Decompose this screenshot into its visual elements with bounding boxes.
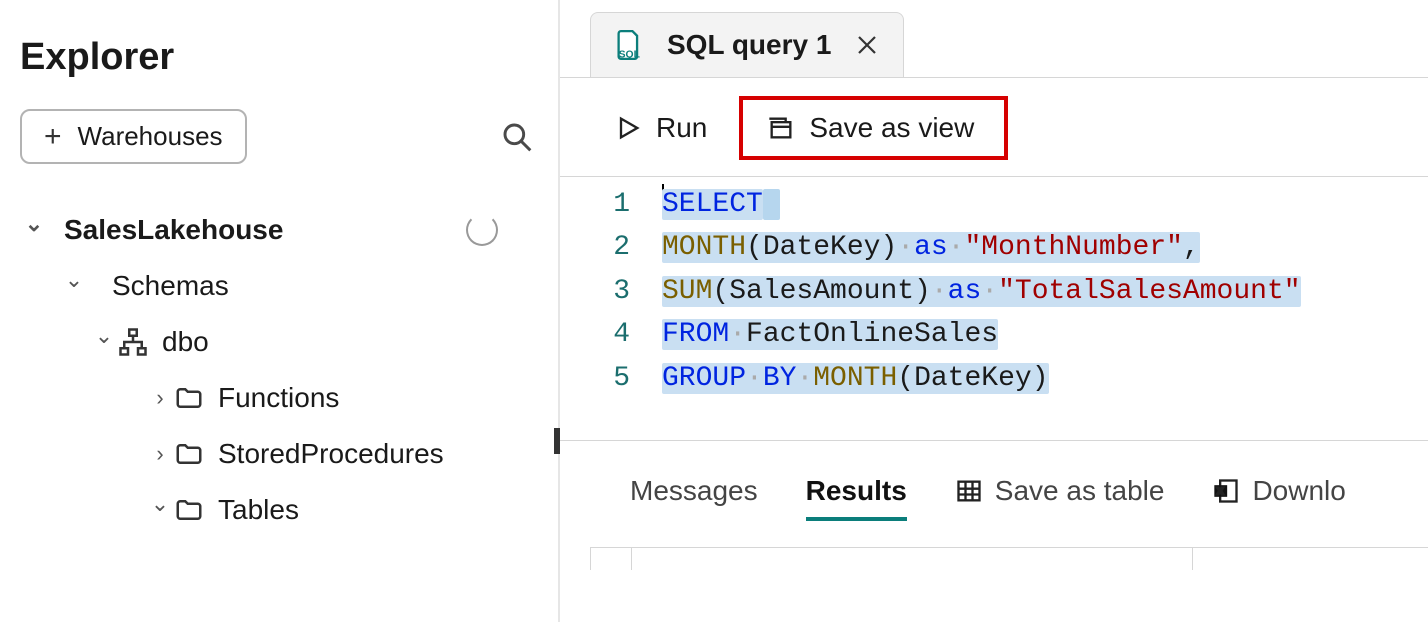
tree-node-storedprocedures[interactable]: StoredProcedures [20, 426, 538, 482]
explorer-title: Explorer [20, 36, 538, 79]
add-warehouses-label: Warehouses [78, 121, 223, 152]
line-number: 2 [560, 226, 652, 269]
code-line: SELECT [652, 183, 780, 226]
tab-bar: SQL SQL query 1 [560, 0, 1428, 78]
query-toolbar: Run Save as view [560, 78, 1428, 177]
explorer-panel: Explorer + Warehouses SalesLakehouse Sch… [0, 0, 560, 622]
chevron-down-icon [20, 217, 48, 243]
download-button[interactable]: X Downlo [1212, 475, 1345, 507]
close-icon[interactable] [855, 33, 879, 57]
schema-icon [118, 327, 148, 357]
results-grid[interactable] [590, 547, 1428, 570]
messages-label: Messages [630, 475, 758, 507]
tree-label: StoredProcedures [218, 438, 444, 470]
save-as-view-button[interactable]: Save as view [753, 104, 988, 152]
tree-node-dbo[interactable]: dbo [20, 314, 538, 370]
save-as-table-button[interactable]: Save as table [955, 475, 1165, 507]
code-line: FROM·FactOnlineSales [652, 313, 998, 356]
save-as-table-label: Save as table [995, 475, 1165, 507]
search-button[interactable] [496, 116, 538, 158]
save-view-icon [767, 114, 795, 142]
tree-label: Schemas [112, 270, 229, 302]
run-button[interactable]: Run [600, 104, 721, 152]
results-label: Results [806, 475, 907, 507]
code-line: SUM(SalesAmount)·as·"TotalSalesAmount" [652, 270, 1301, 313]
tab-results[interactable]: Results [806, 475, 907, 507]
code-line: GROUP·BY·MONTH(DateKey) [652, 357, 1049, 400]
chevron-down-icon [90, 329, 118, 355]
folder-icon [174, 495, 204, 525]
search-icon [501, 121, 533, 153]
splitter-grip-icon [554, 428, 560, 454]
tree-label: SalesLakehouse [64, 214, 283, 246]
chevron-right-icon [146, 385, 174, 411]
plus-icon: + [44, 122, 62, 152]
tree-node-saleslakehouse[interactable]: SalesLakehouse [20, 202, 538, 258]
loading-spinner-icon [466, 214, 498, 246]
play-icon [614, 114, 642, 142]
svg-text:X: X [1217, 485, 1224, 497]
line-number: 5 [560, 357, 652, 400]
tab-title: SQL query 1 [667, 29, 831, 61]
add-warehouses-button[interactable]: + Warehouses [20, 109, 247, 164]
download-label: Downlo [1252, 475, 1345, 507]
tree-node-schemas[interactable]: Schemas [20, 258, 538, 314]
excel-icon: X [1212, 477, 1240, 505]
svg-text:SQL: SQL [619, 50, 641, 60]
chevron-right-icon [146, 441, 174, 467]
chevron-down-icon [60, 273, 88, 299]
folder-icon [174, 383, 204, 413]
sql-file-icon: SQL [615, 30, 643, 60]
save-as-view-highlight: Save as view [739, 96, 1008, 160]
sql-editor[interactable]: 1 SELECT 2 MONTH(DateKey)·as·"MonthNumbe… [560, 177, 1428, 410]
code-line: MONTH(DateKey)·as·"MonthNumber", [652, 226, 1200, 269]
tree-label: Tables [218, 494, 299, 526]
table-icon [955, 477, 983, 505]
run-label: Run [656, 112, 707, 144]
tab-messages[interactable]: Messages [630, 475, 758, 507]
explorer-tree: SalesLakehouse Schemas dbo Functions [20, 202, 538, 538]
tree-label: Functions [218, 382, 339, 414]
line-number: 1 [560, 183, 652, 226]
save-as-view-label: Save as view [809, 112, 974, 144]
tree-node-tables[interactable]: Tables [20, 482, 538, 538]
folder-icon [174, 439, 204, 469]
chevron-down-icon [146, 497, 174, 523]
line-number: 3 [560, 270, 652, 313]
tab-sql-query-1[interactable]: SQL SQL query 1 [590, 12, 904, 77]
main-panel: SQL SQL query 1 Run Save as view [560, 0, 1428, 622]
line-number: 4 [560, 313, 652, 356]
results-bar: Messages Results Save as table X Downlo [560, 441, 1428, 521]
tree-label: dbo [162, 326, 209, 358]
tree-node-functions[interactable]: Functions [20, 370, 538, 426]
pane-splitter[interactable] [560, 440, 1428, 441]
